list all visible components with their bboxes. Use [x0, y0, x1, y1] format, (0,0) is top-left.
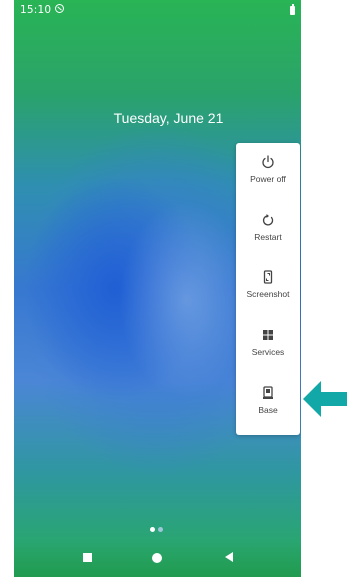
screenshot-label: Screenshot	[246, 289, 290, 299]
power-menu: Power off Restart Screenshot Services Ba…	[236, 143, 300, 435]
do-not-disturb-icon	[55, 4, 64, 13]
base-icon	[263, 386, 273, 399]
base-button[interactable]: Base	[236, 386, 300, 442]
lock-screen-date: Tuesday, June 21	[113, 110, 224, 126]
screenshot-icon	[263, 270, 273, 284]
status-bar: 15:10	[14, 0, 301, 22]
page-indicator	[150, 527, 170, 533]
restart-icon	[262, 214, 274, 226]
grid-icon	[263, 330, 273, 340]
recents-square-icon[interactable]	[83, 553, 92, 562]
services-label: Services	[251, 347, 285, 357]
restart-button[interactable]: Restart	[236, 213, 300, 269]
base-label: Base	[258, 405, 278, 415]
power-off-label: Power off	[250, 174, 286, 184]
page-dot-inactive	[158, 527, 163, 532]
restart-label: Restart	[254, 232, 282, 242]
annotation-arrow-icon	[303, 381, 347, 417]
screenshot-button[interactable]: Screenshot	[236, 270, 300, 326]
phone-screen: 15:10 Tuesday, June 21 Power off Restart	[14, 0, 301, 577]
status-time: 15:10	[20, 4, 52, 16]
home-circle-icon[interactable]	[152, 553, 162, 563]
page-dot-active	[150, 527, 155, 532]
services-button[interactable]: Services	[236, 328, 300, 384]
battery-icon	[290, 4, 295, 15]
power-off-button[interactable]: Power off	[236, 155, 300, 211]
power-icon	[262, 155, 274, 169]
back-triangle-icon[interactable]	[225, 552, 233, 562]
